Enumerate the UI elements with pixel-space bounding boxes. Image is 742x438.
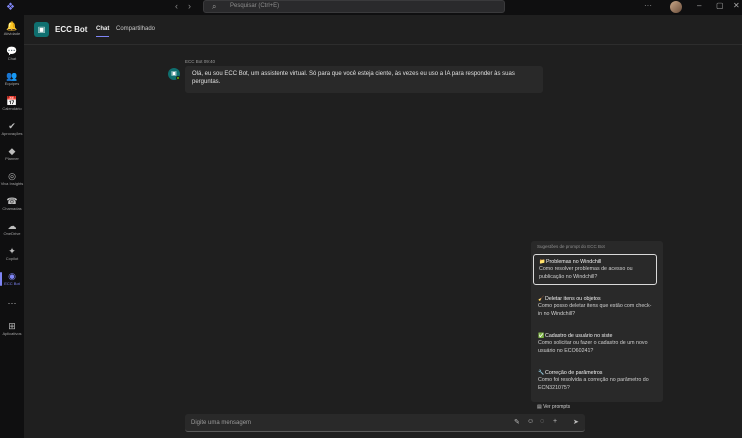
wrench-icon: 🔧	[538, 370, 545, 376]
rail-item-insights[interactable]: ◎ Viva Insights	[0, 168, 24, 192]
suggestion-item[interactable]: 🧹Deletar itens ou objetos Como posso del…	[533, 292, 657, 321]
suggestion-desc: Como resolver problemas de acesso ou pub…	[539, 266, 633, 280]
view-prompts-label: Ver prompts	[543, 404, 571, 410]
suggestion-item[interactable]: ✅Cadastro de usuário no siste Como solic…	[533, 329, 657, 358]
calendar-icon: 📅	[6, 96, 18, 106]
phone-icon: ☎	[6, 196, 18, 206]
rail-item-chat[interactable]: 💬 Chat	[0, 43, 24, 67]
tab-compartilhado[interactable]: Compartilhado	[116, 26, 155, 32]
rail-item-label: ECC Bot	[4, 281, 20, 286]
suggestions-heading: Sugestões de prompt do ECC Bot	[537, 244, 605, 249]
back-arrow-icon[interactable]: ‹	[175, 1, 178, 11]
rail-item-label: Planner	[5, 156, 19, 161]
tab-chat[interactable]: Chat	[96, 26, 110, 37]
avatar[interactable]	[670, 1, 682, 13]
maximize-icon[interactable]: ▢	[716, 1, 724, 10]
more-options-icon[interactable]: ···	[644, 1, 652, 10]
rail-item-more[interactable]: ···	[0, 295, 24, 319]
rail-item-aprovacoes[interactable]: ✔ Aprovações	[0, 118, 24, 142]
message-meta: ECC Bot 09:40	[185, 59, 215, 64]
suggested-prompts-panel: Sugestões de prompt do ECC Bot 📁Problema…	[531, 241, 663, 402]
message-placeholder: Digite uma mensagem	[191, 420, 252, 426]
emoji-icon[interactable]: ☺	[527, 418, 534, 425]
suggestion-desc: Como posso deletar itens que estão com c…	[538, 303, 652, 317]
rail-item-atividade[interactable]: 🔔 Atividade	[0, 18, 24, 42]
page-title: ECC Bot	[55, 25, 88, 34]
history-nav: ‹ ›	[175, 1, 201, 11]
approvals-icon: ✔	[8, 121, 16, 131]
close-icon[interactable]: ✕	[733, 1, 740, 10]
view-prompts-button[interactable]: ▤ Ver prompts	[537, 404, 570, 410]
rail-item-calendario[interactable]: 📅 Calendário	[0, 93, 24, 117]
loop-icon[interactable]: ◌	[540, 418, 544, 425]
rail-item-chamadas[interactable]: ☎ Chamadas	[0, 193, 24, 217]
rail-item-label: Atividade	[3, 31, 21, 36]
message-bubble: Olá, eu sou ECC Bot, um assistente virtu…	[185, 66, 543, 93]
suggestion-title: Problemas no Windchill	[546, 259, 602, 265]
rail-item-ecc-bot[interactable]: ◉ ECC Bot	[0, 268, 24, 292]
search-placeholder: Pesquisar (Ctrl+E)	[230, 3, 280, 9]
insights-icon: ◎	[8, 171, 16, 181]
message-input[interactable]: Digite uma mensagem ✎ ☺ ◌ + ➤	[185, 414, 585, 432]
send-icon[interactable]: ➤	[573, 418, 579, 426]
search-icon: ⌕	[212, 2, 217, 11]
suggestion-item[interactable]: 🔧Correção de parâmetros Como foi resolvi…	[533, 366, 657, 395]
rail-item-label: Viva Insights	[0, 181, 24, 186]
suggestion-title: Cadastro de usuário no siste	[545, 333, 613, 339]
rail-item-label: Chamadas	[2, 206, 22, 211]
presence-dot-icon	[176, 76, 180, 80]
rail-item-equipes[interactable]: 👥 Equipes	[0, 68, 24, 92]
rail-item-planner[interactable]: ◆ Planner	[0, 143, 24, 167]
folder-icon: 📁	[539, 259, 546, 265]
planner-icon: ◆	[8, 146, 16, 156]
search-input[interactable]: ⌕ Pesquisar (Ctrl+E)	[203, 0, 505, 13]
copilot-icon: ✦	[8, 246, 16, 256]
rail-item-onedrive[interactable]: ☁ OneDrive	[0, 218, 24, 242]
teams-logo-icon: ❖	[6, 2, 15, 13]
apps-icon: ⊞	[8, 321, 16, 331]
broom-icon: 🧹	[538, 296, 545, 302]
minimize-icon[interactable]: –	[697, 1, 701, 10]
title-bar: ❖ ‹ › ⌕ Pesquisar (Ctrl+E) ··· – ▢ ✕	[0, 0, 742, 15]
rail-item-label: Aprovações	[1, 131, 23, 136]
prompts-icon: ▤	[537, 404, 542, 410]
format-icon[interactable]: ✎	[514, 418, 520, 426]
suggestion-item[interactable]: 📁Problemas no Windchill Como resolver pr…	[533, 254, 657, 285]
rail-item-label: OneDrive	[3, 231, 21, 236]
message-time: 09:40	[203, 59, 216, 64]
bot-avatar-icon: ▣	[34, 22, 49, 37]
rail-item-label: Aplicativos	[2, 331, 22, 336]
cloud-icon: ☁	[7, 221, 17, 231]
rail-item-label: Chat	[7, 56, 17, 61]
rail-item-copilot[interactable]: ✦ Copilot	[0, 243, 24, 267]
suggestion-desc: Como solicitar ou fazer o cadastro de um…	[538, 340, 648, 354]
forward-arrow-icon[interactable]: ›	[188, 1, 191, 11]
message-sender: ECC Bot	[185, 59, 203, 64]
chat-header: ▣ ECC Bot Chat Compartilhado	[24, 15, 742, 45]
app-rail: 🔔 Atividade 💬 Chat 👥 Equipes 📅 Calendári…	[0, 15, 24, 438]
rail-item-label: Copilot	[5, 256, 19, 261]
chat-icon: 💬	[6, 46, 18, 56]
suggestion-title: Deletar itens ou objetos	[545, 296, 601, 302]
rail-item-label: Calendário	[2, 106, 22, 111]
rail-item-label: Equipes	[4, 81, 20, 86]
bell-icon: 🔔	[6, 21, 18, 31]
add-icon[interactable]: +	[553, 418, 557, 425]
suggestion-title: Correção de parâmetros	[545, 370, 603, 376]
more-icon: ···	[7, 298, 17, 308]
teams-icon: 👥	[6, 71, 18, 81]
check-icon: ✅	[538, 333, 545, 339]
suggestion-desc: Como foi resolvida a correção no parâmet…	[538, 377, 649, 391]
rail-item-aplicativos[interactable]: ⊞ Aplicativos	[0, 318, 24, 342]
bot-icon: ◉	[8, 271, 16, 281]
